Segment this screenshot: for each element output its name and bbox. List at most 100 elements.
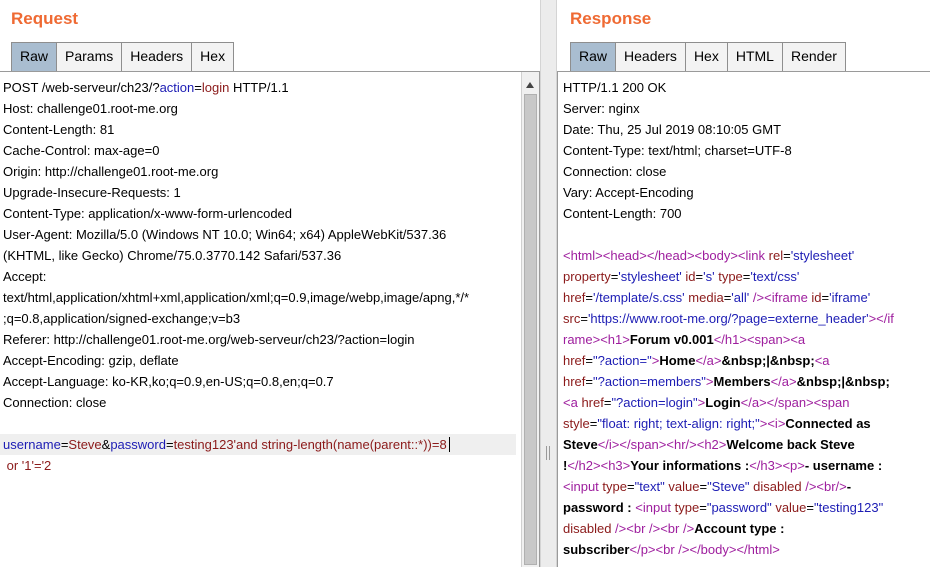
response-line: !</h2><h3>Your informations :</h3><p>- u…	[563, 455, 894, 476]
request-token: ;q=0.8,application/signed-exchange;v=b3	[3, 311, 241, 326]
response-token: =	[783, 248, 791, 263]
response-token: /><br /><br />	[615, 521, 695, 536]
response-line: Steve</i></span><hr/><h2>Welcome back St…	[563, 434, 894, 455]
request-token: password	[110, 437, 166, 452]
response-token: /><br/>	[805, 479, 847, 494]
request-tab-headers[interactable]: Headers	[121, 42, 193, 71]
request-line: Origin: http://challenge01.root-me.org	[3, 161, 516, 182]
request-lines: POST /web-serveur/ch23/?action=login HTT…	[0, 77, 516, 476]
request-tab-params[interactable]: Params	[56, 42, 123, 71]
response-line: property='stylesheet' id='s' type='text/…	[563, 266, 894, 287]
response-token: href	[581, 395, 604, 410]
request-token: Referer: http://challenge01.root-me.org/…	[3, 332, 415, 347]
request-pane: Request Raw Params Headers Hex POST /web-se…	[0, 0, 540, 567]
response-token: subscriber	[563, 542, 630, 557]
request-line: username=Steve&password=testing123'and s…	[0, 434, 516, 455]
response-token: "Steve"	[707, 479, 750, 494]
response-token: 'stylesheet'	[790, 248, 855, 263]
response-token: src	[563, 311, 581, 326]
response-token: </i></span><hr/><h2>	[597, 437, 727, 452]
request-token: login	[201, 80, 230, 95]
request-token: or '1'='2	[3, 458, 52, 473]
request-token: action	[159, 80, 195, 95]
response-line: Content-Type: text/html; charset=UTF-8	[563, 140, 894, 161]
response-token: <a	[563, 395, 582, 410]
response-token: Server: nginx	[563, 101, 640, 116]
response-token: =	[585, 374, 593, 389]
request-token: Content-Type: application/x-www-form-url…	[3, 206, 293, 221]
scroll-thumb[interactable]	[524, 94, 537, 565]
response-line: href="?action=">Home</a>&nbsp;|&nbsp;<a	[563, 350, 894, 371]
response-tab-headers[interactable]: Headers	[615, 42, 686, 71]
request-token: Accept-Encoding: gzip, deflate	[3, 353, 179, 368]
scroll-up-arrow-icon[interactable]	[526, 82, 534, 88]
pane-splitter[interactable]	[540, 0, 557, 567]
response-token: </a></span><span	[740, 395, 850, 410]
response-token: type	[602, 479, 627, 494]
response-token: 'all'	[731, 290, 750, 305]
request-token: =	[165, 437, 174, 452]
request-token: Host: challenge01.root-me.org	[3, 101, 178, 116]
response-line: style="float: right; text-align: right;"…	[563, 413, 894, 434]
request-token: Cache-Control: max-age=0	[3, 143, 160, 158]
request-token: Steve	[68, 437, 102, 452]
response-line: href="?action=members">Members</a>&nbsp;…	[563, 371, 894, 392]
response-tab-render[interactable]: Render	[781, 42, 846, 71]
response-token: Home	[659, 353, 696, 368]
request-scrollbar[interactable]	[521, 72, 539, 567]
request-line: Content-Type: application/x-www-form-url…	[3, 203, 516, 224]
response-token: media	[684, 290, 724, 305]
response-token: href	[563, 290, 586, 305]
request-token: testing123'and string-length(name(parent…	[173, 437, 447, 452]
response-tab-html[interactable]: HTML	[726, 42, 783, 71]
request-token: Connection: close	[3, 395, 107, 410]
response-token: 's'	[703, 269, 715, 284]
response-token: &nbsp;|&nbsp;	[721, 353, 815, 368]
response-token: 'iframe'	[829, 290, 871, 305]
response-token: Your informations :	[630, 458, 750, 473]
request-tab-raw[interactable]: Raw	[11, 42, 58, 71]
request-tab-hex[interactable]: Hex	[191, 42, 235, 71]
request-token: Content-Length: 81	[3, 122, 115, 137]
response-line: Date: Thu, 25 Jul 2019 08:10:05 GMT	[563, 119, 894, 140]
response-token: <a	[814, 353, 830, 368]
response-token: 'text/css'	[750, 269, 800, 284]
request-token: Accept:	[3, 269, 47, 284]
response-line: disabled /><br /><br />Account type :	[563, 518, 894, 539]
response-token: =	[626, 479, 635, 494]
response-tab-raw[interactable]: Raw	[570, 42, 617, 71]
response-token: <html><head></head><body><link	[563, 248, 769, 263]
response-token: - username :	[804, 458, 883, 473]
response-token: value	[664, 479, 700, 494]
response-token: Welcome back Steve	[726, 437, 855, 452]
response-line: Content-Length: 700	[563, 203, 894, 224]
request-line: Content-Length: 81	[3, 119, 516, 140]
splitter-grip-icon[interactable]	[546, 446, 550, 460]
response-line	[563, 224, 894, 245]
response-line: <html><head></head><body><link rel='styl…	[563, 245, 894, 266]
response-line: <input type="text" value="Steve" disable…	[563, 476, 894, 497]
response-token: ><i>	[759, 416, 786, 431]
request-editor[interactable]: POST /web-serveur/ch23/?action=login HTT…	[0, 71, 540, 567]
response-token: &nbsp;|&nbsp;	[796, 374, 890, 389]
response-token: Vary: Accept-Encoding	[563, 185, 694, 200]
response-token: "?action=login"	[611, 395, 698, 410]
request-line: ;q=0.8,application/signed-exchange;v=b3	[3, 308, 516, 329]
response-token: Forum v0.001	[629, 332, 714, 347]
request-line: POST /web-serveur/ch23/?action=login HTT…	[3, 77, 516, 98]
request-line: Referer: http://challenge01.root-me.org/…	[3, 329, 516, 350]
response-line: Vary: Accept-Encoding	[563, 182, 894, 203]
response-token: type	[674, 500, 700, 515]
response-viewer[interactable]: HTTP/1.1 200 OK Server: nginx Date: Thu, 2…	[557, 71, 930, 567]
request-token: username	[3, 437, 61, 452]
response-line: src='https://www.root-me.org/?page=exter…	[563, 308, 894, 329]
response-token: '/template/s.css'	[593, 290, 685, 305]
response-token: Connected as	[785, 416, 871, 431]
response-token: "testing123"	[814, 500, 884, 515]
response-token: type	[714, 269, 743, 284]
response-tab-hex[interactable]: Hex	[684, 42, 728, 71]
response-token: 'https://www.root-me.org/?page=externe_h…	[587, 311, 869, 326]
response-token: 'stylesheet'	[618, 269, 682, 284]
response-line: Server: nginx	[563, 98, 894, 119]
response-line: rame><h1>Forum v0.001</h1><span><a	[563, 329, 894, 350]
